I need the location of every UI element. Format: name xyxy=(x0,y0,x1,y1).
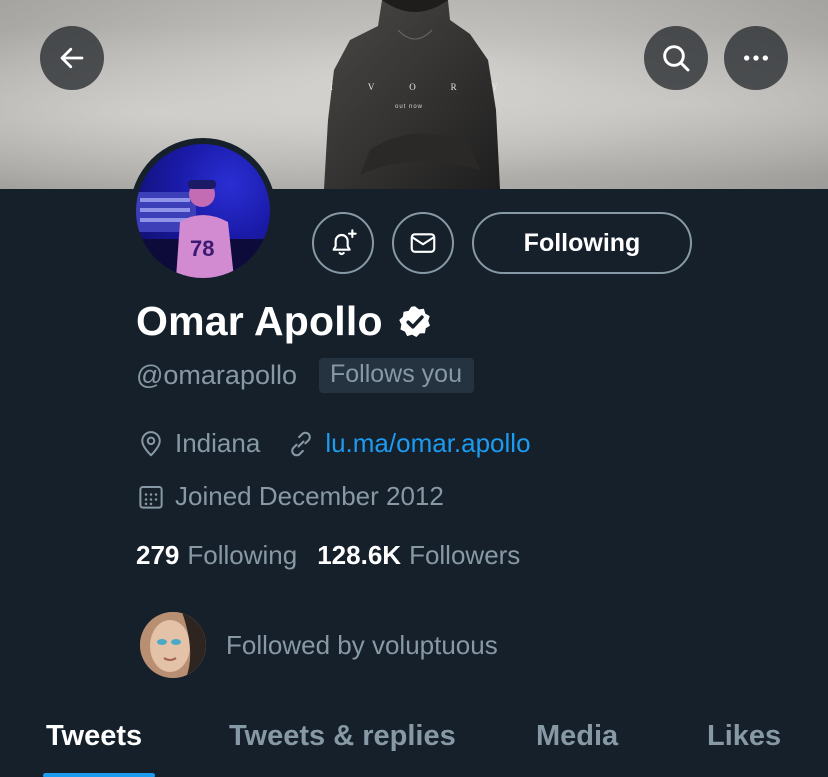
more-horizontal-icon xyxy=(744,55,768,61)
notifications-button[interactable] xyxy=(312,212,374,274)
message-button[interactable] xyxy=(392,212,454,274)
joined-date: Joined December 2012 xyxy=(175,481,444,511)
following-stat[interactable]: 279 Following xyxy=(136,540,297,571)
banner-letter: O xyxy=(409,82,418,92)
banner-letter: R xyxy=(450,82,459,92)
banner-subtitle: out now xyxy=(395,104,424,110)
following-count: 279 xyxy=(136,540,180,570)
profile-banner[interactable]: I V O R Y out now xyxy=(0,0,828,189)
tab-likes[interactable]: Likes xyxy=(707,720,781,753)
active-tab-indicator xyxy=(43,773,155,777)
verified-badge-icon xyxy=(398,305,430,337)
profile-avatar[interactable]: 78 xyxy=(130,138,276,284)
link-icon xyxy=(291,431,312,456)
profile-handle: @omarapollo xyxy=(136,360,297,390)
location-pin-icon xyxy=(141,430,161,456)
follows-you-badge: Follows you xyxy=(319,358,474,393)
profile-page: I V O R Y out now 78 Following Omar Apol… xyxy=(0,0,828,777)
followers-label: Followers xyxy=(409,540,521,570)
follower-avatar xyxy=(140,612,206,678)
follower-avatar-photo xyxy=(140,612,206,678)
profile-meta-location-row: Indiana lu.ma/omar.apollo xyxy=(136,428,531,459)
svg-text:78: 78 xyxy=(190,236,214,261)
follow-stats: 279 Following 128.6K Followers xyxy=(136,540,520,571)
tab-tweets-and-replies[interactable]: Tweets & replies xyxy=(229,720,456,753)
banner-letter: Y xyxy=(491,82,500,92)
avatar-image: 78 xyxy=(136,144,270,278)
arrow-left-icon xyxy=(60,47,84,69)
website-link[interactable]: lu.ma/omar.apollo xyxy=(286,428,531,459)
bell-plus-icon xyxy=(332,229,357,256)
more-button[interactable] xyxy=(724,26,788,90)
search-icon xyxy=(663,45,690,72)
followed-by-text: Followed by voluptuous xyxy=(226,629,498,660)
search-button[interactable] xyxy=(644,26,708,90)
banner-letter: V xyxy=(367,82,377,92)
back-button[interactable] xyxy=(40,26,104,90)
banner-artwork xyxy=(324,0,500,189)
handle-row: @omarapollo Follows you xyxy=(136,358,474,393)
location-text: Indiana xyxy=(175,428,261,458)
profile-tabs: Tweets Tweets & replies Media Likes xyxy=(0,712,828,777)
envelope-icon xyxy=(410,233,436,253)
following-label: Following xyxy=(187,540,298,570)
profile-meta-joined-row: Joined December 2012 xyxy=(136,481,444,512)
display-name: Omar Apollo xyxy=(136,298,383,344)
calendar-icon xyxy=(139,485,163,509)
banner-title: I V O R Y xyxy=(330,82,500,92)
followers-stat[interactable]: 128.6K Followers xyxy=(317,540,520,571)
banner-letter: I xyxy=(330,82,335,92)
tab-media[interactable]: Media xyxy=(536,720,618,753)
following-button[interactable]: Following xyxy=(472,212,692,274)
tab-tweets[interactable]: Tweets xyxy=(46,720,142,753)
avatar-photo: 78 xyxy=(136,180,270,278)
website-text[interactable]: lu.ma/omar.apollo xyxy=(325,428,530,459)
followed-by-row[interactable]: Followed by voluptuous xyxy=(140,612,498,678)
name-row: Omar Apollo xyxy=(136,298,433,345)
followers-count: 128.6K xyxy=(317,540,402,570)
